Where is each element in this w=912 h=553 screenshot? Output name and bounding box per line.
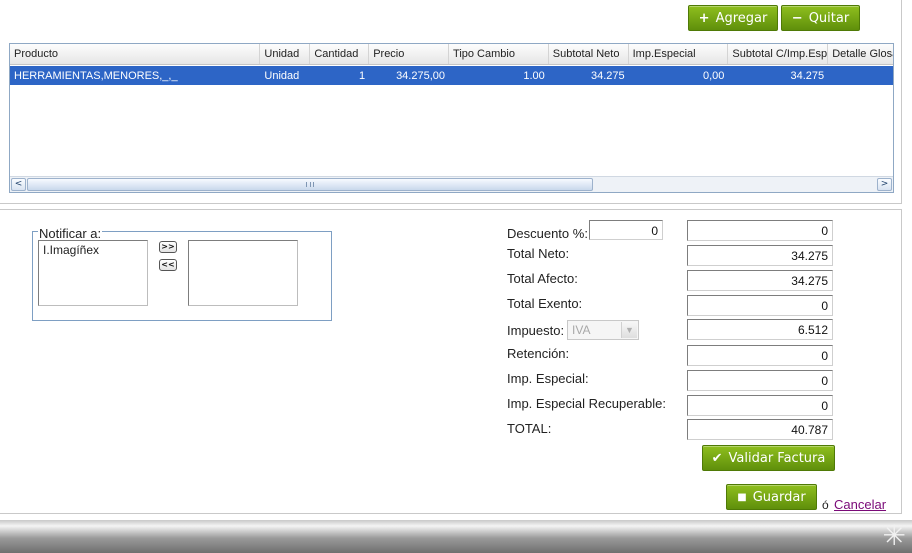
total-field[interactable]: 40.787 bbox=[687, 419, 833, 440]
cell-cantidad: 1 bbox=[359, 70, 366, 82]
cell-tipo-cambio: 1.00 bbox=[523, 70, 545, 82]
col-header-cantidad[interactable]: Cantidad bbox=[310, 44, 370, 64]
grid-header: Producto Unidad Cantidad Precio Tipo Cam… bbox=[10, 44, 893, 65]
col-header-tipo-cambio[interactable]: Tipo Cambio bbox=[449, 44, 549, 64]
col-header-subtotal-neto[interactable]: Subtotal Neto bbox=[549, 44, 629, 64]
save-button-label: Guardar bbox=[752, 489, 806, 505]
sparkle-icon: ✳ bbox=[882, 519, 906, 552]
save-button[interactable]: ■ Guardar bbox=[726, 484, 817, 510]
validate-button-label: Validar Factura bbox=[728, 450, 826, 466]
check-icon: ✔ bbox=[711, 450, 723, 466]
footer-bar: ✳ bbox=[0, 520, 912, 553]
minus-icon: − bbox=[791, 10, 803, 26]
list-item[interactable]: I.Imagíñex bbox=[43, 243, 143, 257]
descuento-label: Descuento %: bbox=[507, 226, 588, 241]
total-label: TOTAL: bbox=[507, 421, 552, 436]
cell-precio: 34.275,00 bbox=[396, 70, 445, 82]
cell-subtotal-neto: 34.275 bbox=[590, 70, 625, 82]
retencion-label: Retención: bbox=[507, 346, 570, 361]
imp-recuperable-field[interactable]: 0 bbox=[687, 395, 833, 416]
col-header-unidad[interactable]: Unidad bbox=[260, 44, 311, 64]
total-neto-field[interactable]: 34.275 bbox=[687, 245, 833, 266]
scroll-thumb[interactable] bbox=[27, 178, 593, 191]
cell-imp-especial: 0,00 bbox=[702, 70, 725, 82]
impuesto-select-value: IVA bbox=[572, 323, 591, 337]
notify-available-list[interactable]: I.Imagíñex bbox=[38, 240, 148, 306]
impuesto-field[interactable]: 6.512 bbox=[687, 319, 833, 340]
scroll-right-icon[interactable]: > bbox=[877, 178, 892, 191]
scroll-left-icon[interactable]: < bbox=[11, 178, 26, 191]
validate-invoice-button[interactable]: ✔ Validar Factura bbox=[702, 445, 835, 471]
floppy-icon: ■ bbox=[737, 491, 747, 503]
imp-especial-label: Imp. Especial: bbox=[507, 371, 589, 386]
col-header-producto[interactable]: Producto bbox=[10, 44, 261, 64]
impuesto-select[interactable]: IVA ▼ bbox=[567, 320, 639, 340]
total-afecto-field[interactable]: 34.275 bbox=[687, 270, 833, 291]
notify-selected-list[interactable] bbox=[188, 240, 298, 306]
add-button[interactable]: + Agregar bbox=[688, 5, 778, 31]
move-right-button[interactable]: >> bbox=[159, 241, 177, 253]
col-header-precio[interactable]: Precio bbox=[369, 44, 450, 64]
total-exento-label: Total Exento: bbox=[507, 296, 583, 311]
impuesto-label: Impuesto: bbox=[507, 323, 565, 338]
total-afecto-label: Total Afecto: bbox=[507, 271, 578, 286]
descuento-value-input[interactable]: 0 bbox=[687, 220, 833, 241]
move-left-button[interactable]: << bbox=[159, 259, 177, 271]
notify-legend: Notificar a: bbox=[38, 226, 103, 241]
remove-button-label: Quitar bbox=[808, 10, 850, 26]
total-neto-label: Total Neto: bbox=[507, 246, 570, 261]
total-exento-field[interactable]: 0 bbox=[687, 295, 833, 316]
cell-subtotal-cimp: 34.275 bbox=[790, 70, 825, 82]
cancel-link[interactable]: Cancelar bbox=[834, 497, 886, 512]
table-row[interactable]: HERRAMIENTAS,MENORES,_,_ Unidad 1 34.275… bbox=[10, 66, 893, 85]
cell-detalle-glosa bbox=[828, 66, 893, 85]
chevron-down-icon: ▼ bbox=[621, 322, 637, 338]
cell-unidad: Unidad bbox=[264, 70, 300, 82]
remove-button[interactable]: − Quitar bbox=[781, 5, 860, 31]
descuento-pct-input[interactable]: 0 bbox=[589, 220, 663, 240]
col-header-detalle-glosa[interactable]: Detalle Glosa bbox=[828, 44, 893, 64]
horizontal-scrollbar[interactable]: < > bbox=[10, 176, 893, 192]
plus-icon: + bbox=[698, 10, 710, 26]
add-button-label: Agregar bbox=[715, 10, 768, 26]
col-header-imp-especial[interactable]: Imp.Especial bbox=[629, 44, 729, 64]
cell-producto: HERRAMIENTAS,MENORES,_,_ bbox=[14, 70, 178, 82]
imp-recuperable-label: Imp. Especial Recuperable: bbox=[507, 396, 666, 411]
col-header-subtotal-cimp[interactable]: Subtotal C/Imp.Esp bbox=[728, 44, 829, 64]
imp-especial-field[interactable]: 0 bbox=[687, 370, 833, 391]
products-grid: Producto Unidad Cantidad Precio Tipo Cam… bbox=[9, 43, 894, 193]
retencion-field[interactable]: 0 bbox=[687, 345, 833, 366]
or-separator: ó bbox=[822, 498, 829, 512]
